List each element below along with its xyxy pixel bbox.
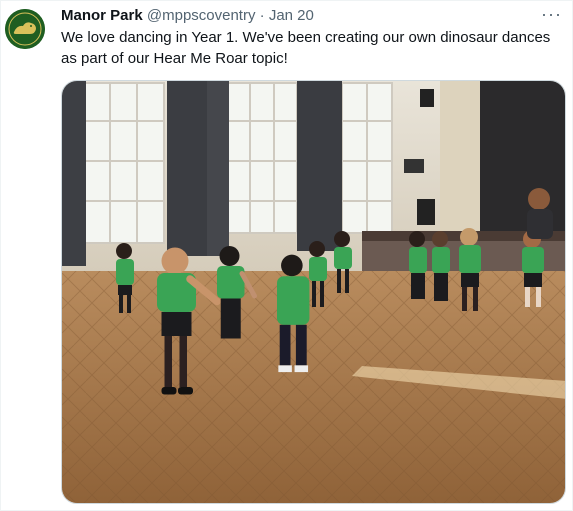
tweet-photo[interactable] (61, 80, 566, 504)
display-name[interactable]: Manor Park (61, 7, 143, 24)
user-handle[interactable]: @mppscoventry (147, 7, 256, 24)
tweet-card[interactable]: Manor Park @mppscoventry · Jan 20 ··· We… (0, 0, 573, 511)
more-options-icon[interactable]: ··· (541, 4, 562, 24)
school-crest-icon (5, 9, 45, 49)
photo-children-dancing-icon (62, 81, 565, 503)
profile-avatar[interactable] (5, 9, 45, 49)
tweet-date[interactable]: Jan 20 (269, 7, 314, 24)
separator-dot: · (259, 7, 265, 24)
tweet-text: We love dancing in Year 1. We've been cr… (61, 29, 551, 67)
tweet-header: Manor Park @mppscoventry · Jan 20 (61, 6, 314, 26)
